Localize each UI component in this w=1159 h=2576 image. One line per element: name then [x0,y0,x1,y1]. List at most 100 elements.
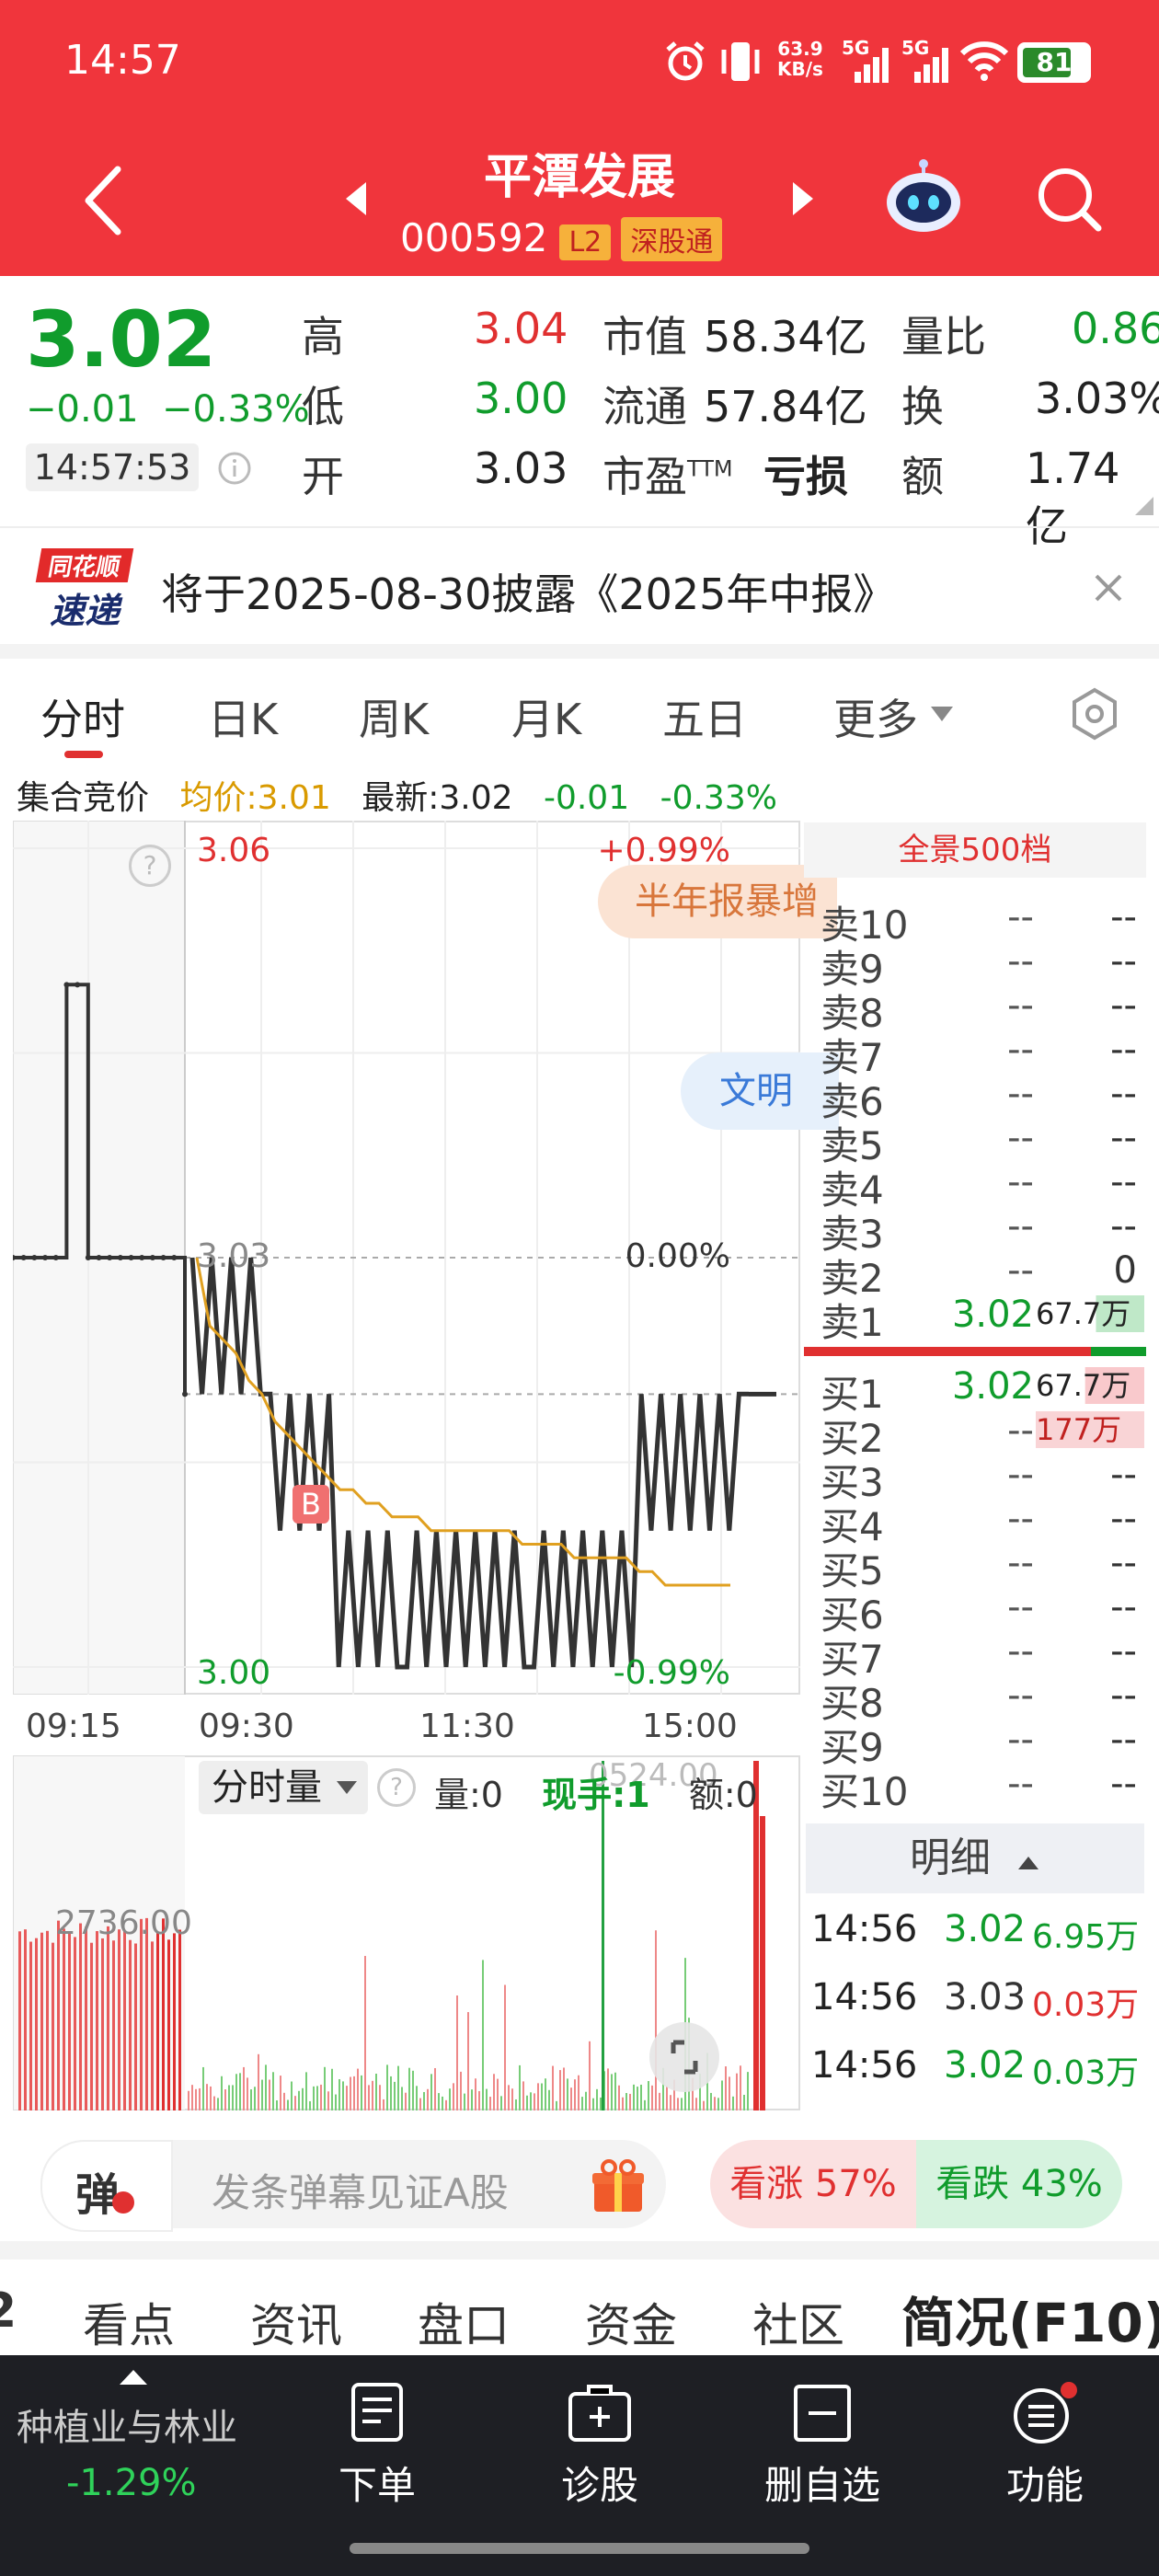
tab-f10-overview[interactable]: 简况(F10) [901,2280,1159,2355]
volume-bar [96,1931,98,2110]
sector-name[interactable]: 种植业与林业 [17,2398,237,2451]
tab-highlights[interactable]: 看点 [83,2289,175,2355]
volume-bar [419,2098,421,2110]
orderbook-title[interactable]: 全景500档 [804,822,1146,878]
auction-point [63,982,70,988]
close-icon[interactable] [1093,572,1124,604]
volume-bar [112,1940,115,2110]
bearish-vote-button[interactable]: 看跌 43% [916,2140,1122,2228]
trade-price: 3.02 [944,1908,1027,1950]
buy-level-4: 买4 -- -- [804,1496,1146,1549]
barrage-toggle[interactable]: 弹 [40,2140,173,2232]
bullish-vote-button[interactable]: 看涨 57% [710,2140,916,2228]
tab-monthly-k[interactable]: 月K [511,686,581,747]
value-market-cap: 58.34亿 [704,312,867,362]
volume-bar [736,2073,738,2110]
sell-level-7: 卖4 -- -- [804,1159,1146,1213]
volume-bar [743,2094,745,2110]
auction-point [117,1255,123,1260]
gift-icon[interactable] [589,2156,648,2215]
trade-time: 14:56 [811,2044,918,2087]
robot-assistant-icon[interactable] [883,158,964,236]
volume-bar [221,2076,223,2110]
tab-daily-k[interactable]: 日K [208,686,278,747]
stock-title: 平潭发展 [483,150,675,205]
label-high: 高 [302,312,344,362]
volume-bar [213,2096,215,2110]
sell-level-8: 卖3 -- -- [804,1203,1146,1257]
volume-bar [394,2081,396,2110]
auction-point [149,1255,155,1260]
buy-level-volume: -- [1110,1498,1137,1540]
volume-bar [294,2096,296,2110]
tab-news[interactable]: 资讯 [250,2289,342,2355]
settings-icon[interactable] [1067,686,1122,742]
divider [0,526,1159,528]
volume-bar [449,2088,451,2110]
volume-bar [475,2078,476,2110]
volume-bar [305,2072,307,2110]
tab-more[interactable]: 更多 [833,686,918,747]
earnings-bubble[interactable]: 半年报暴增 [598,865,837,938]
tab-five-day[interactable]: 五日 [662,686,747,747]
nav-place-order[interactable]: 下单 [285,2381,469,2511]
trade-row: 14:56 3.02 0.03万 [804,2044,1146,2099]
volume-bar [101,1938,104,2110]
volume-bar [589,2041,591,2110]
next-stock-icon[interactable] [789,180,817,217]
buy-level-price: -- [1007,1719,1034,1761]
volume-bar [35,1938,38,2110]
y-label-low: 3.00 [197,1654,270,1692]
tab-market[interactable]: 盘口 [418,2289,510,2355]
tab-weekly-k[interactable]: 周K [359,686,429,747]
prev-stock-icon[interactable] [342,180,370,217]
chart-tabs: 分时 日K 周K 月K 五日 更多 [0,659,1159,760]
volume-bar [581,2097,583,2110]
volume-help-icon[interactable]: ? [377,1768,416,1807]
volume-bar [331,2068,333,2110]
signal-icon [855,48,889,83]
back-icon[interactable] [81,164,127,237]
volume-bar [478,2090,480,2110]
search-icon[interactable] [1034,164,1104,234]
volume-bar [254,2087,256,2110]
tab-community[interactable]: 社区 [752,2289,844,2355]
info-icon[interactable] [217,451,252,486]
label-turnover: 换 [901,382,944,431]
tab-partial[interactable]: 2 [0,2283,17,2339]
notice-banner[interactable]: 同花顺 速递 将于2025-08-30披露《2025年中报》 [0,534,1159,644]
volume-bar [471,2089,473,2110]
auction-point [96,1255,102,1260]
buy-marker[interactable]: B [293,1485,329,1524]
chevron-down-icon [931,707,953,721]
detail-toggle[interactable]: 明细 [806,1823,1144,1893]
diagnose-kit-icon [568,2385,631,2442]
volume-bar [703,2100,705,2110]
expand-corner-icon[interactable] [1133,495,1155,517]
volume-bar [243,2066,245,2110]
volume-bar [250,2089,252,2110]
volume-bar [339,2078,340,2110]
volume-bar [199,2087,201,2110]
volume-bar [526,2095,528,2110]
volume-bar [261,2079,263,2110]
buy-level-volume: -- [1110,1542,1137,1584]
auction-point [182,1391,188,1397]
intraday-price-chart[interactable]: 3.06 3.03 3.00 +0.99% 0.00% -0.99% [13,821,800,1695]
nav-functions[interactable]: 功能 [953,2381,1137,2511]
buy-level-volume: -- [1110,1454,1137,1496]
ths-logo: 同花顺 速递 [35,548,134,631]
help-icon[interactable]: ? [129,845,171,887]
nav-remove-watchlist[interactable]: 删自选 [730,2381,914,2511]
auction-point [107,1255,113,1260]
barrage-input[interactable]: 弹 发条弹幕见证A股 [40,2140,666,2232]
latest-pct: -0.33% [660,779,777,817]
tab-intraday[interactable]: 分时 [40,686,125,747]
nav-diagnose[interactable]: 诊股 [508,2381,692,2511]
sell-level-volume: -- [1110,1073,1137,1115]
fullscreen-button[interactable] [649,2022,719,2092]
buy-level-volume: 177万 [1036,1411,1144,1448]
sell-level-price: -- [1007,1073,1034,1115]
tab-funds[interactable]: 资金 [585,2289,677,2355]
volume-bar [357,2068,359,2110]
